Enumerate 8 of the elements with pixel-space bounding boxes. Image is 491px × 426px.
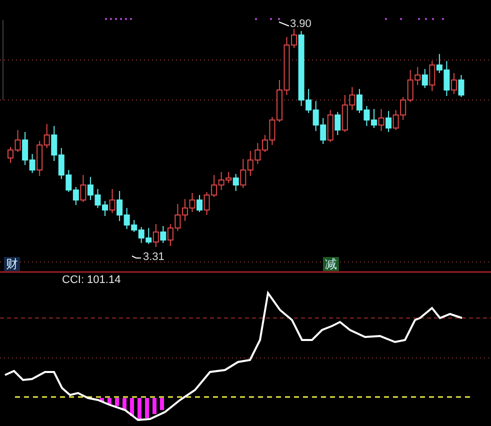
- cci-histogram-drawing: [100, 398, 164, 420]
- leader-line: [278, 22, 290, 26]
- signal-marker: 减: [323, 257, 339, 271]
- leader-line: [132, 256, 142, 258]
- high-price-label: 3.90: [290, 19, 312, 30]
- indicator-label: CCI: 101.14: [62, 275, 121, 286]
- low-price-label: 3.31: [143, 252, 164, 263]
- signal-marker: 财: [4, 257, 20, 271]
